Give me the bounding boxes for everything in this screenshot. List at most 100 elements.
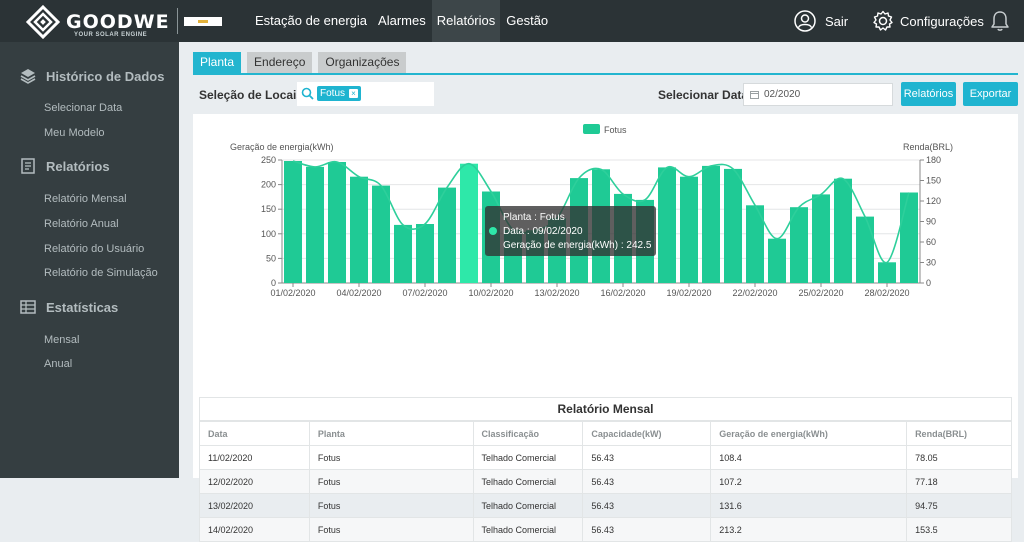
cell-planta: Fotus — [308, 445, 474, 470]
tooltip-title: Planta : Fotus — [503, 212, 565, 223]
chart-bar — [416, 224, 434, 283]
x-tick-label: 13/02/2020 — [534, 288, 579, 298]
column-header-capacidade[interactable]: Capacidade(kW) — [582, 421, 712, 446]
date-input[interactable]: 02/2020 — [743, 83, 893, 106]
tooltip-marker — [489, 227, 497, 235]
sidebar: Histórico de Dados Selecionar Data Meu M… — [0, 42, 179, 478]
column-header-classificacao[interactable]: Classificação — [472, 421, 584, 446]
site-selection-input[interactable]: Fotus × — [297, 82, 434, 106]
sidebar-group-estatisticas[interactable]: Estatísticas — [20, 299, 118, 315]
chart-bar — [350, 176, 368, 283]
x-tick-label: 10/02/2020 — [468, 288, 513, 298]
date-select-label: Selecionar Data — [658, 88, 749, 102]
relatorios-button[interactable]: Relatórios — [901, 82, 956, 106]
chart-bar — [328, 162, 346, 283]
cell-geracao: 131.6 — [710, 493, 908, 518]
cell-planta: Fotus — [308, 517, 474, 542]
cell-renda: 153.5 — [906, 517, 1012, 542]
report-icon — [21, 158, 35, 174]
tab-underline — [193, 73, 1018, 75]
partner-badge — [184, 17, 222, 26]
cell-data: 14/02/2020 — [199, 517, 310, 542]
layers-icon — [20, 69, 36, 84]
sidebar-item-relatorio-simulacao[interactable]: Relatório de Simulação — [44, 267, 158, 279]
column-header-planta[interactable]: Planta — [308, 421, 474, 446]
y-tick-label-right: 30 — [926, 258, 936, 268]
sidebar-group-relatorios[interactable]: Relatórios — [20, 158, 110, 174]
x-tick-label: 22/02/2020 — [732, 288, 777, 298]
tab-planta[interactable]: Planta — [193, 52, 242, 73]
nav-alarmes[interactable]: Alarmes — [373, 0, 431, 42]
cell-geracao: 107.2 — [710, 469, 908, 494]
x-tick-label: 16/02/2020 — [600, 288, 645, 298]
search-icon — [301, 87, 314, 100]
chart-bar — [394, 224, 412, 283]
logo-separator — [177, 8, 178, 34]
bell-icon — [991, 11, 1009, 31]
nav-gestao[interactable]: Gestão — [501, 0, 553, 42]
cell-classificacao: Telhado Comercial — [472, 517, 584, 542]
sidebar-item-relatorio-mensal[interactable]: Relatório Mensal — [44, 193, 127, 205]
tab-organizacoes[interactable]: Organizações — [318, 52, 407, 73]
y-tick-label-left: 250 — [261, 155, 276, 165]
settings-label: Configurações — [900, 13, 984, 29]
cell-geracao: 213.2 — [710, 517, 908, 542]
logout-button[interactable]: Sair — [794, 0, 848, 42]
x-tick-label: 04/02/2020 — [336, 288, 381, 298]
sidebar-item-meu-modelo[interactable]: Meu Modelo — [44, 127, 105, 139]
sidebar-item-anual[interactable]: Anual — [44, 358, 72, 370]
y-tick-label-right: 150 — [926, 176, 941, 186]
report-title: Relatório Mensal — [199, 397, 1012, 421]
chart-bar — [834, 178, 852, 283]
sidebar-group-historico[interactable]: Histórico de Dados — [20, 68, 164, 84]
chart-bar — [306, 166, 324, 283]
chart-bar — [702, 165, 720, 283]
column-header-data[interactable]: Data — [199, 421, 310, 446]
y-tick-label-left: 200 — [261, 180, 276, 190]
notifications-button[interactable] — [990, 0, 1010, 42]
sidebar-item-mensal[interactable]: Mensal — [44, 334, 79, 346]
y-axis-title-left: Geração de energia(kWh) — [230, 142, 334, 152]
tooltip-date: Data : 09/02/2020 — [503, 226, 583, 237]
cell-capacidade: 56.43 — [582, 517, 712, 542]
sidebar-item-selecionar-data[interactable]: Selecionar Data — [44, 102, 122, 114]
cell-data: 13/02/2020 — [199, 493, 310, 518]
selected-site-label: Fotus — [320, 88, 346, 99]
column-header-geracao[interactable]: Geração de energia(kWh) — [710, 421, 908, 446]
nav-estacao-de-energia[interactable]: Estação de energia — [250, 0, 372, 42]
settings-button[interactable]: Configurações — [872, 0, 984, 42]
cell-data: 12/02/2020 — [199, 469, 310, 494]
sidebar-group-label: Estatísticas — [46, 299, 119, 315]
cell-capacidade: 56.43 — [582, 469, 712, 494]
legend-swatch — [583, 124, 600, 134]
chart-bar — [790, 207, 808, 283]
chip-remove-icon[interactable]: × — [349, 89, 359, 98]
exportar-button[interactable]: Exportar — [963, 82, 1018, 106]
sidebar-item-relatorio-usuario[interactable]: Relatório do Usuário — [44, 243, 144, 255]
cell-renda: 94.75 — [906, 493, 1012, 518]
site-selection-label: Seleção de Locais — [199, 88, 304, 102]
cell-planta: Fotus — [308, 469, 474, 494]
cell-planta: Fotus — [308, 493, 474, 518]
nav-relatorios[interactable]: Relatórios — [431, 0, 501, 42]
goodwe-logo[interactable]: GOODWE YOUR SOLAR ENGINE — [25, 4, 176, 40]
user-icon — [794, 10, 816, 32]
cell-capacidade: 56.43 — [582, 493, 712, 518]
y-tick-label-left: 150 — [261, 204, 276, 214]
table-icon — [20, 300, 36, 314]
selected-site-chip: Fotus × — [317, 86, 362, 101]
chart-panel: Fotus Geração de energia(kWh) Renda(BRL) 0 5… — [193, 114, 1018, 542]
chart-bar — [768, 238, 786, 283]
x-tick-label: 01/02/2020 — [270, 288, 315, 298]
y-tick-label-left: 50 — [266, 253, 276, 263]
sidebar-item-relatorio-anual[interactable]: Relatório Anual — [44, 218, 119, 230]
chart-bar — [438, 187, 456, 283]
tab-endereco[interactable]: Endereço — [247, 52, 313, 73]
gear-icon — [873, 10, 893, 31]
column-header-renda[interactable]: Renda(BRL) — [906, 421, 1012, 446]
tooltip-value: Geração de energia(kWh) : 242.5 — [503, 240, 652, 251]
x-tick-label: 28/02/2020 — [864, 288, 909, 298]
y-tick-label-right: 180 — [926, 155, 941, 165]
sidebar-group-label: Relatórios — [46, 158, 110, 174]
cell-classificacao: Telhado Comercial — [472, 445, 584, 470]
